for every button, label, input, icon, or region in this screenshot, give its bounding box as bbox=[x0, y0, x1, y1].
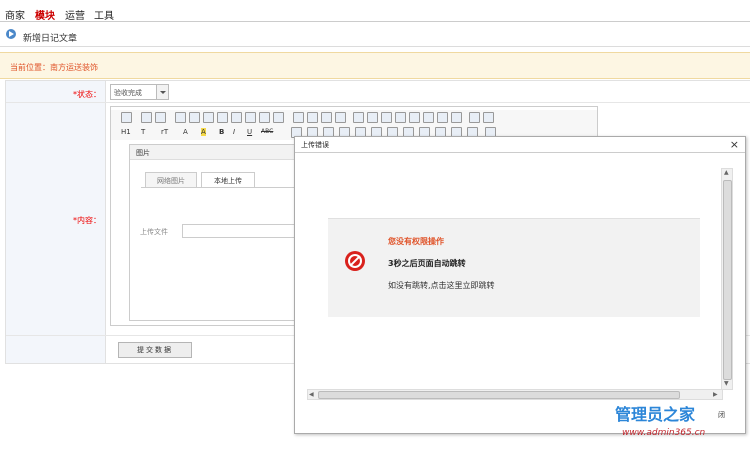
page-title: 新增日记文章 bbox=[23, 34, 78, 44]
nav-item-operation[interactable]: 运营 bbox=[65, 7, 85, 22]
submit-button[interactable]: 提交数据 bbox=[118, 342, 192, 358]
format-painter-icon[interactable] bbox=[451, 112, 462, 123]
close-icon[interactable]: × bbox=[730, 138, 739, 151]
page-header: 新增日记文章 bbox=[0, 22, 750, 47]
tab-local-upload[interactable]: 本地上传 bbox=[201, 172, 255, 188]
scroll-up-icon[interactable]: ▲ bbox=[724, 169, 729, 176]
row-divider bbox=[6, 102, 750, 103]
align-left-icon[interactable] bbox=[293, 112, 304, 123]
preview-icon[interactable] bbox=[203, 112, 214, 123]
redirect-countdown: 3秒之后页面自动跳转 bbox=[388, 259, 466, 268]
strikethrough-button[interactable]: ABC bbox=[261, 128, 273, 135]
vertical-scroll-thumb[interactable] bbox=[723, 180, 732, 380]
error-title: 您没有权限操作 bbox=[388, 237, 444, 246]
tab-divider bbox=[141, 187, 310, 188]
upload-file-input[interactable] bbox=[182, 224, 312, 238]
undo-icon[interactable] bbox=[141, 112, 152, 123]
modal-title: 上传错误 bbox=[301, 141, 329, 149]
paste-text-icon[interactable] bbox=[259, 112, 270, 123]
chevron-down-icon[interactable] bbox=[156, 85, 168, 99]
nav-item-merchant[interactable]: 商家 bbox=[5, 7, 25, 22]
unordered-list-icon[interactable] bbox=[367, 112, 378, 123]
align-justify-icon[interactable] bbox=[335, 112, 346, 123]
superscript-icon[interactable] bbox=[423, 112, 434, 123]
modal-header: 上传错误 × bbox=[295, 137, 745, 153]
watermark-url: www.admin365.cn bbox=[622, 428, 706, 438]
horizontal-scrollbar[interactable]: ◀ ▶ bbox=[307, 389, 723, 400]
bold-button[interactable]: B bbox=[219, 128, 224, 136]
upload-file-label: 上传文件 bbox=[140, 228, 168, 236]
subscript-icon[interactable] bbox=[409, 112, 420, 123]
clear-format-icon[interactable] bbox=[437, 112, 448, 123]
tab-network-image-label: 网络图片 bbox=[157, 177, 185, 185]
nav-item-module[interactable]: 模块 bbox=[35, 7, 55, 22]
italic-button[interactable]: I bbox=[233, 128, 235, 136]
print-icon[interactable] bbox=[189, 112, 200, 123]
scroll-left-icon[interactable]: ◀ bbox=[309, 391, 314, 398]
top-nav: 商家 模块 运营 工具 bbox=[0, 0, 750, 22]
source-icon[interactable] bbox=[121, 112, 132, 123]
outdent-icon[interactable] bbox=[395, 112, 406, 123]
tab-network-image[interactable]: 网络图片 bbox=[145, 172, 197, 188]
location-bar: 当前位置：南方运送装饰 bbox=[0, 52, 750, 79]
new-doc-icon[interactable] bbox=[175, 112, 186, 123]
image-dialog: 图片 网络图片 本地上传 上传文件 bbox=[129, 144, 312, 321]
vertical-scrollbar[interactable]: ▲ ▼ bbox=[721, 168, 733, 390]
redo-icon[interactable] bbox=[155, 112, 166, 123]
underline-button[interactable]: U bbox=[247, 128, 252, 136]
editor-toolbar-row-1 bbox=[111, 110, 597, 125]
content-label-text: *内容： bbox=[73, 216, 101, 225]
watermark-logo: 管理员之家 www.admin365.cn bbox=[610, 401, 750, 445]
location-text: 当前位置：南方运送装饰 bbox=[10, 62, 98, 73]
nav-item-tools[interactable]: 工具 bbox=[94, 7, 114, 22]
location-label: 当前位置： bbox=[10, 63, 50, 72]
ordered-list-icon[interactable] bbox=[353, 112, 364, 123]
status-label: *状态： bbox=[73, 89, 101, 100]
cut-icon[interactable] bbox=[217, 112, 228, 123]
scroll-right-icon[interactable]: ▶ bbox=[713, 391, 718, 398]
status-select-value: 验收完成 bbox=[114, 89, 142, 97]
paste-word-icon[interactable] bbox=[273, 112, 284, 123]
about-icon[interactable] bbox=[483, 112, 494, 123]
align-right-icon[interactable] bbox=[321, 112, 332, 123]
paste-icon[interactable] bbox=[245, 112, 256, 123]
status-label-text: *状态： bbox=[73, 90, 101, 99]
redirect-link[interactable]: 如没有跳转,点击这里立即跳转 bbox=[388, 280, 495, 291]
font-size-dropdown[interactable]: rT bbox=[161, 128, 168, 136]
align-center-icon[interactable] bbox=[307, 112, 318, 123]
error-message-box: 您没有权限操作 3秒之后页面自动跳转 如没有跳转,点击这里立即跳转 bbox=[328, 218, 700, 317]
indent-icon[interactable] bbox=[381, 112, 392, 123]
highlight-button[interactable]: A bbox=[201, 128, 206, 136]
arrow-circle-icon bbox=[6, 29, 16, 39]
location-path: 南方运送装饰 bbox=[50, 63, 98, 72]
upload-error-modal: 上传错误 × 您没有权限操作 3秒之后页面自动跳转 如没有跳转,点击这里立即跳转… bbox=[294, 136, 746, 434]
copy-icon[interactable] bbox=[231, 112, 242, 123]
no-entry-icon bbox=[345, 251, 365, 271]
horizontal-scroll-thumb[interactable] bbox=[318, 391, 680, 399]
scroll-down-icon[interactable]: ▼ bbox=[724, 380, 729, 387]
fullscreen-icon[interactable] bbox=[469, 112, 480, 123]
font-color-button[interactable]: A bbox=[183, 128, 188, 136]
status-select[interactable]: 验收完成 bbox=[110, 84, 169, 100]
image-dialog-title: 图片 bbox=[136, 149, 150, 157]
font-family-dropdown[interactable]: T bbox=[141, 128, 145, 136]
image-dialog-header: 图片 bbox=[130, 145, 310, 160]
heading-dropdown[interactable]: H1 bbox=[121, 128, 131, 136]
content-label: *内容： bbox=[73, 215, 101, 226]
tab-local-upload-label: 本地上传 bbox=[214, 177, 242, 185]
watermark-title: 管理员之家 bbox=[615, 405, 696, 424]
